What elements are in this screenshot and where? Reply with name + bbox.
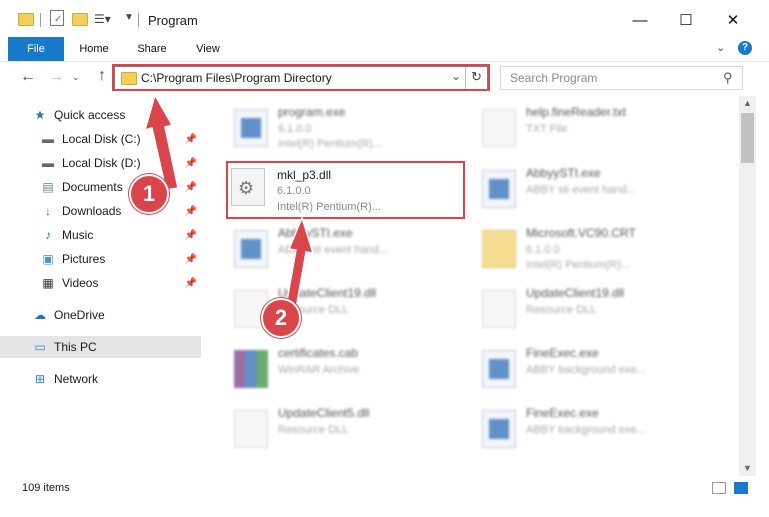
scroll-up-icon[interactable]: ▲: [743, 98, 752, 108]
step-1-badge: 1: [129, 174, 169, 214]
details-view-icon[interactable]: [712, 482, 726, 494]
step-2-badge: 2: [261, 298, 301, 338]
items-count: 109 items: [22, 482, 70, 494]
annotation-arrows: [143, 93, 315, 321]
scroll-down-icon[interactable]: ▼: [743, 463, 752, 473]
scrollbar-thumb[interactable]: [741, 113, 754, 163]
tiles-view-icon[interactable]: [734, 482, 748, 494]
status-bar: 109 items: [0, 477, 769, 499]
